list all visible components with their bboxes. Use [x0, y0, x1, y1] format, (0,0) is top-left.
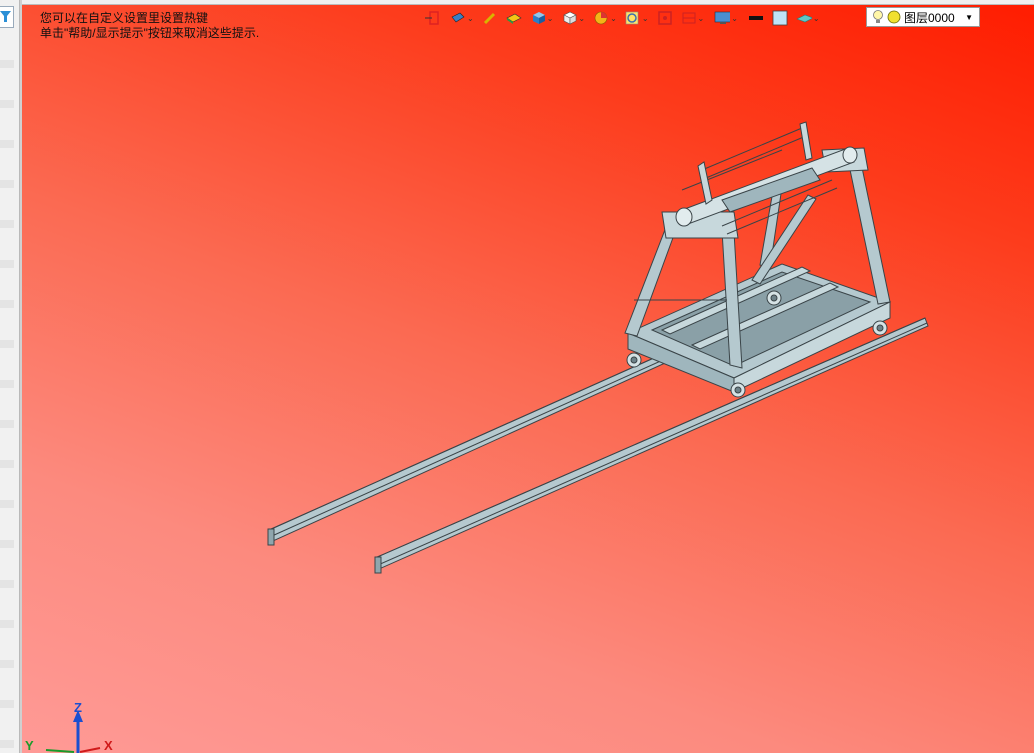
layer-selector[interactable]: 图层0000 ▼	[866, 7, 980, 27]
coil-stand-model[interactable]	[22, 0, 1034, 753]
side-panel	[0, 0, 20, 753]
display-icon[interactable]	[714, 10, 731, 26]
exit-icon[interactable]	[424, 10, 440, 26]
filter-button[interactable]	[0, 6, 14, 28]
bulb-icon[interactable]	[872, 9, 884, 25]
chevron-down-icon[interactable]: ▼	[965, 13, 973, 22]
chevron-down-icon[interactable]: ⌄	[610, 14, 617, 23]
line-width-icon[interactable]	[748, 10, 764, 26]
chevron-down-icon[interactable]: ⌄	[547, 14, 554, 23]
frame-icon[interactable]	[681, 10, 697, 26]
main-toolbar: ⌄ ⌄ ⌄ ⌄ ⌄ ⌄ ⌄ ⌄	[424, 9, 820, 27]
surface-icon[interactable]	[796, 10, 812, 26]
axis-x-label: X	[104, 738, 113, 753]
target-icon[interactable]	[657, 10, 673, 26]
axis-z-label: Z	[74, 700, 82, 715]
chevron-down-icon[interactable]: ⌄	[467, 14, 474, 23]
axis-y-label: Y	[25, 738, 34, 753]
filter-icon	[0, 11, 11, 22]
color-swatch-icon[interactable]	[772, 10, 788, 26]
solid-cube-icon[interactable]	[530, 10, 546, 26]
chevron-down-icon[interactable]: ⌄	[813, 14, 820, 23]
chevron-down-icon[interactable]: ⌄	[642, 14, 649, 23]
3d-viewport[interactable]: 您可以在自定义设置里设置热键 单击"帮助/显示提示"按钮来取消这些提示. ⌄ ⌄…	[22, 0, 1034, 753]
zoom-icon[interactable]	[625, 10, 641, 26]
pencil-icon[interactable]	[482, 10, 498, 26]
layer-color-icon[interactable]	[887, 10, 901, 24]
layer-label: 图层0000	[904, 10, 955, 25]
render-mode-icon[interactable]	[450, 10, 466, 26]
chevron-down-icon[interactable]: ⌄	[731, 14, 738, 23]
pie-section-icon[interactable]	[593, 10, 609, 26]
face-color-icon[interactable]	[506, 10, 522, 26]
chevron-down-icon[interactable]: ⌄	[578, 14, 585, 23]
view-cube-icon[interactable]	[561, 10, 578, 26]
chevron-down-icon[interactable]: ⌄	[698, 14, 705, 23]
